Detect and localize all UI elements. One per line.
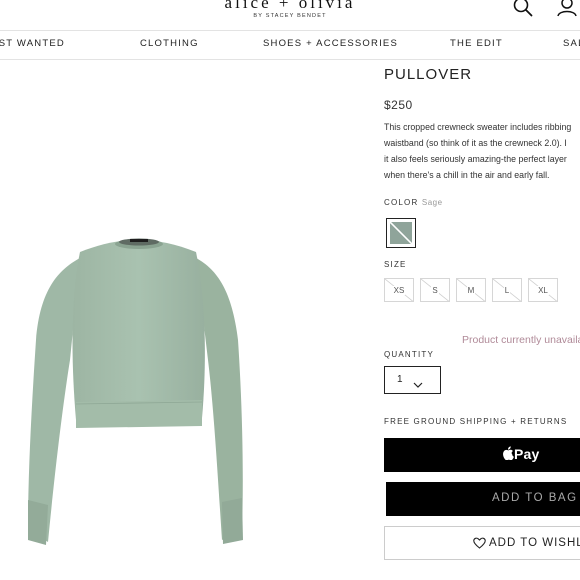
quantity-select[interactable]: 1 bbox=[384, 366, 441, 394]
nav-item-most-wanted[interactable]: MOST WANTED bbox=[0, 38, 65, 49]
color-label-text: COLOR bbox=[384, 198, 419, 207]
size-option-m[interactable]: M bbox=[456, 278, 486, 302]
size-label-m: M bbox=[466, 285, 476, 295]
main-navigation: MOST WANTED CLOTHING SHOES + ACCESSORIES… bbox=[0, 30, 580, 60]
add-to-wishlist-button[interactable]: ADD TO WISHLIST bbox=[384, 526, 580, 560]
size-option-s[interactable]: S bbox=[420, 278, 450, 302]
heart-icon bbox=[473, 536, 486, 554]
size-label-s: S bbox=[431, 285, 439, 295]
product-description: This cropped crewneck sweater includes r… bbox=[384, 119, 580, 183]
availability-message: Product currently unavailable bbox=[462, 334, 580, 346]
quantity-label: QUANTITY bbox=[384, 350, 435, 359]
search-icon[interactable] bbox=[512, 0, 534, 18]
nav-item-the-edit[interactable]: THE EDIT bbox=[450, 38, 503, 49]
add-to-wishlist-label: ADD TO WISHLIST bbox=[489, 537, 580, 549]
size-label-l: L bbox=[503, 285, 511, 295]
color-value: Sage bbox=[421, 198, 443, 207]
account-icon[interactable] bbox=[556, 0, 578, 18]
description-line: waistband (so think of it as the crewnec… bbox=[384, 138, 567, 148]
product-price: $250 bbox=[384, 98, 413, 112]
description-line: when there's a chill in the air and earl… bbox=[384, 170, 550, 180]
size-option-xs[interactable]: XS bbox=[384, 278, 414, 302]
size-label: SIZE bbox=[384, 260, 407, 269]
brand-logo-text: alice + olivia bbox=[224, 0, 356, 12]
product-details: PULLOVER $250 This cropped crewneck swea… bbox=[384, 60, 580, 580]
brand-logo[interactable]: alice + olivia BY STACEY BENDET bbox=[0, 0, 580, 19]
description-line: it also feels seriously amazing-the perf… bbox=[384, 154, 567, 164]
swatch-fill bbox=[390, 222, 412, 244]
size-label-xl: XL bbox=[537, 285, 549, 295]
description-line: This cropped crewneck sweater includes r… bbox=[384, 122, 572, 132]
quantity-value: 1 bbox=[397, 374, 403, 385]
nav-item-sale[interactable]: SALE bbox=[563, 38, 580, 49]
add-to-bag-button[interactable]: ADD TO BAG bbox=[384, 480, 580, 518]
nav-item-shoes-accessories[interactable]: SHOES + ACCESSORIES bbox=[263, 38, 398, 49]
apple-icon bbox=[503, 446, 514, 465]
product-image[interactable] bbox=[18, 230, 258, 555]
add-to-bag-label: ADD TO BAG bbox=[492, 492, 578, 504]
apple-pay-button[interactable]: Pay bbox=[384, 438, 580, 472]
brand-logo-subtitle: BY STACEY BENDET bbox=[253, 13, 327, 19]
shipping-message: FREE GROUND SHIPPING + RETURNS bbox=[384, 417, 568, 426]
size-label-xs: XS bbox=[392, 285, 406, 295]
add-to-bag-fill: ADD TO BAG bbox=[386, 482, 580, 516]
chevron-down-icon bbox=[413, 376, 423, 394]
product-title: PULLOVER bbox=[384, 66, 473, 83]
apple-pay-label: Pay bbox=[514, 446, 540, 462]
size-option-xl[interactable]: XL bbox=[528, 278, 558, 302]
size-option-l[interactable]: L bbox=[492, 278, 522, 302]
color-label: COLOR Sage bbox=[384, 198, 443, 207]
nav-item-clothing[interactable]: CLOTHING bbox=[140, 38, 199, 49]
color-swatch-sage[interactable] bbox=[386, 218, 416, 248]
